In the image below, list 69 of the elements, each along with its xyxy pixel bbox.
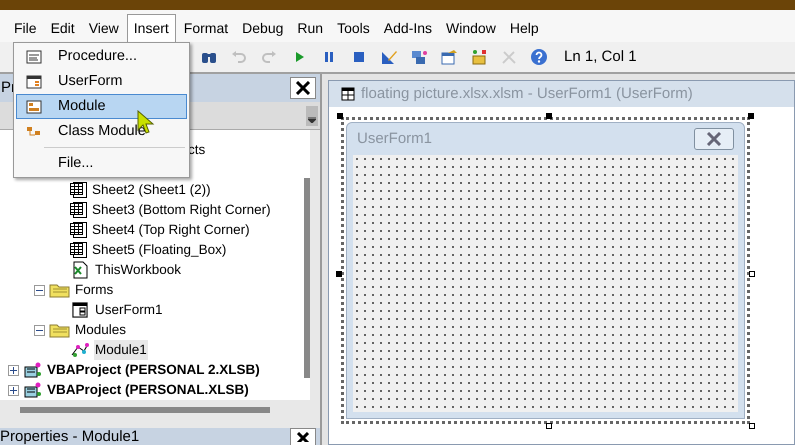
resize-handle[interactable]	[749, 270, 755, 276]
tree-item[interactable]: Sheet5 (Floating_Box)	[91, 240, 228, 260]
menu-item[interactable]: Procedure...	[16, 44, 187, 69]
horizontal-scrollbar[interactable]	[20, 407, 270, 413]
menu-item[interactable]: File...	[16, 151, 187, 176]
menu-item[interactable]: File	[8, 14, 43, 42]
userform-icon	[26, 74, 42, 88]
tree-item[interactable]: VBAProject (PERSONAL.XLSB)	[47, 380, 249, 400]
worksheet-icon	[70, 242, 87, 258]
menu-item[interactable]: Edit	[44, 14, 81, 42]
resize-handle[interactable]	[546, 113, 552, 119]
help-icon[interactable]	[530, 48, 548, 66]
menu-item[interactable]: Class Module	[16, 119, 187, 144]
tree-item[interactable]: VBAProject (PERSONAL 2.XLSB)	[47, 360, 260, 380]
close-icon	[296, 81, 310, 95]
procedure-icon	[26, 50, 42, 64]
worksheet-icon	[70, 202, 87, 218]
resize-handle[interactable]	[336, 270, 342, 276]
menu-item[interactable]: Run	[291, 14, 330, 42]
menu-item[interactable]: View	[82, 14, 125, 42]
module-tree-icon	[70, 341, 90, 359]
folder-icon	[49, 322, 71, 338]
module-icon	[26, 100, 42, 114]
form-caption: UserForm1	[357, 128, 432, 149]
close-icon	[297, 432, 309, 442]
worksheet-icon	[70, 222, 87, 238]
properties-window-icon[interactable]	[440, 48, 458, 66]
tree-item[interactable]: Module1	[94, 340, 148, 360]
menu-item[interactable]: Module	[16, 94, 187, 119]
object-box-icon[interactable]	[470, 48, 488, 66]
resize-handle[interactable]	[749, 423, 755, 429]
vertical-scrollbar[interactable]	[304, 178, 310, 378]
resize-handle[interactable]	[337, 113, 343, 119]
menu-item[interactable]: Insert	[126, 14, 176, 42]
menu-item[interactable]: Debug	[236, 14, 290, 42]
expand-toggle[interactable]	[8, 364, 19, 376]
collapse-toggle[interactable]	[34, 324, 45, 336]
menu-item[interactable]: Add-Ins	[378, 14, 438, 42]
menu-item[interactable]: Format	[178, 14, 234, 42]
cursor-position: Ln 1, Col 1	[564, 46, 637, 67]
tree-item[interactable]: ThisWorkbook	[94, 260, 182, 280]
collapse-toggle[interactable]	[34, 284, 45, 296]
tree-item[interactable]: Modules	[75, 320, 126, 340]
menu-item[interactable]: Window	[440, 14, 502, 42]
tree-item[interactable]: Sheet4 (Top Right Corner)	[91, 220, 251, 240]
resize-handle[interactable]	[748, 113, 754, 119]
worksheet-icon	[70, 182, 87, 198]
folder-icon	[49, 282, 71, 298]
panel-title: Properties - Module1	[0, 428, 140, 445]
tree-item[interactable]: Forms	[75, 280, 114, 300]
menu-item[interactable]: Help	[504, 14, 545, 42]
expand-toggle[interactable]	[8, 384, 19, 396]
userform-icon	[70, 301, 90, 319]
project-icon	[23, 361, 43, 379]
tree-item[interactable]: UserForm1	[94, 300, 164, 320]
close-icon	[706, 132, 722, 146]
project-icon	[23, 381, 43, 399]
menu-item[interactable]: Tools	[331, 14, 376, 42]
class-module-icon	[26, 124, 42, 138]
tree-item[interactable]: Sheet2 (Sheet1 (2))	[91, 180, 212, 200]
ruler-pencil-icon[interactable]	[380, 48, 398, 66]
close-button[interactable]	[290, 77, 316, 99]
close-button[interactable]	[290, 428, 316, 445]
menu-item[interactable]: UserForm	[16, 69, 187, 94]
form-window-icon	[341, 87, 355, 101]
resize-handle[interactable]	[546, 423, 552, 429]
project-explorer-icon[interactable]	[410, 48, 428, 66]
window-title: floating picture.xlsx.xlsm - UserForm1 (UserForm)	[361, 84, 693, 104]
tree-item[interactable]: Sheet3 (Bottom Right Corner)	[91, 200, 272, 220]
